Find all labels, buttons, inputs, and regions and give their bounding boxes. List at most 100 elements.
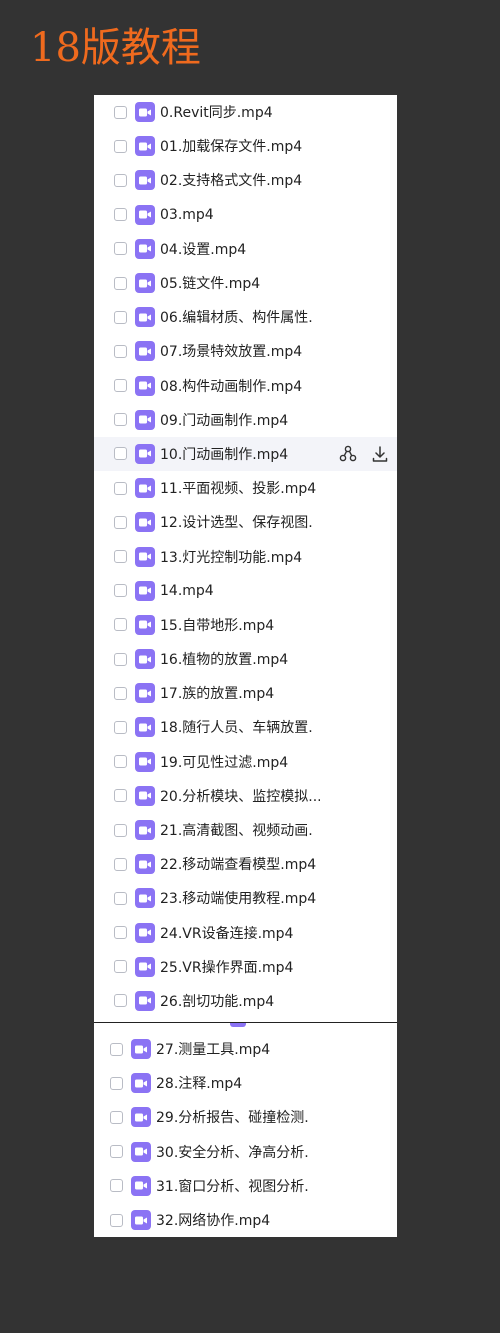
file-name: 07.场景特效放置.mp4	[160, 344, 303, 361]
file-row[interactable]: 23.移动端使用教程.mp4	[94, 881, 397, 915]
file-checkbox[interactable]	[114, 857, 127, 871]
file-checkbox[interactable]	[110, 1213, 123, 1227]
file-checkbox[interactable]	[114, 208, 127, 222]
file-name: 30.安全分析、净高分析.	[156, 1144, 309, 1161]
file-checkbox[interactable]	[114, 515, 127, 529]
file-row[interactable]: 32.网络协作.mp4	[94, 1203, 397, 1237]
file-row[interactable]: 26.剖切功能.mp4	[94, 984, 397, 1018]
file-checkbox[interactable]	[114, 105, 127, 119]
file-name: 09.门动画制作.mp4	[160, 412, 289, 429]
file-row[interactable]: 21.高清截图、视频动画.	[94, 813, 397, 847]
file-checkbox[interactable]	[114, 447, 127, 461]
file-checkbox[interactable]	[110, 1145, 123, 1159]
file-name: 31.窗口分析、视图分析.	[156, 1178, 309, 1195]
video-file-icon	[135, 136, 155, 157]
file-row[interactable]: 10.门动画制作.mp4	[94, 436, 397, 472]
file-checkbox[interactable]	[114, 310, 127, 324]
video-file-icon	[135, 785, 155, 806]
file-checkbox[interactable]	[114, 755, 127, 769]
video-file-icon	[135, 375, 155, 396]
file-row[interactable]: 27.测量工具.mp4	[94, 1032, 397, 1066]
file-row[interactable]: 25.VR操作界面.mp4	[94, 950, 397, 984]
file-checkbox[interactable]	[114, 481, 127, 495]
video-file-icon	[230, 1023, 246, 1027]
file-checkbox[interactable]	[114, 823, 127, 837]
file-name: 16.植物的放置.mp4	[160, 652, 289, 669]
video-file-icon	[135, 443, 155, 464]
file-row[interactable]: 20.分析模块、监控模拟...	[94, 779, 397, 813]
video-file-icon	[135, 649, 155, 670]
file-checkbox[interactable]	[114, 276, 127, 290]
file-checkbox[interactable]	[110, 1042, 123, 1056]
file-name: 23.移动端使用教程.mp4	[160, 891, 317, 908]
file-row[interactable]: 18.随行人员、车辆放置.	[94, 710, 397, 744]
file-row[interactable]: 28.注释.mp4	[94, 1066, 397, 1100]
file-row[interactable]: 30.安全分析、净高分析.	[94, 1135, 397, 1169]
video-file-icon	[135, 307, 155, 328]
video-file-icon	[135, 341, 155, 362]
file-row[interactable]: 29.分析报告、碰撞检测.	[94, 1100, 397, 1134]
file-row[interactable]: 02.支持格式文件.mp4	[94, 163, 397, 197]
file-row[interactable]: 07.场景特效放置.mp4	[94, 334, 397, 368]
row-actions	[339, 437, 389, 471]
file-checkbox[interactable]	[114, 173, 127, 187]
file-checkbox[interactable]	[114, 652, 127, 666]
video-file-icon	[135, 683, 155, 704]
file-checkbox[interactable]	[110, 1179, 123, 1193]
file-row[interactable]: 14.mp4	[94, 574, 397, 608]
file-name: 08.构件动画制作.mp4	[160, 378, 303, 395]
file-checkbox[interactable]	[114, 686, 127, 700]
file-name: 12.设计选型、保存视图.	[160, 515, 313, 532]
file-checkbox[interactable]	[114, 926, 127, 940]
file-name: 25.VR操作界面.mp4	[160, 959, 294, 976]
file-name: 27.测量工具.mp4	[156, 1042, 271, 1059]
file-row[interactable]: 13.灯光控制功能.mp4	[94, 539, 397, 573]
file-row[interactable]: 03.mp4	[94, 198, 397, 232]
file-row[interactable]: 05.链文件.mp4	[94, 266, 397, 300]
file-checkbox[interactable]	[114, 413, 127, 427]
file-checkbox[interactable]	[114, 550, 127, 564]
file-checkbox[interactable]	[114, 618, 127, 632]
video-file-icon	[131, 1107, 151, 1128]
download-icon[interactable]	[371, 445, 389, 463]
file-row[interactable]: 11.平面视频、投影.mp4	[94, 471, 397, 505]
file-list-panel: 0.Revit同步.mp4 01.加载保存文件.mp4 02.支持格式文件.mp4 0…	[94, 95, 397, 1022]
file-name: 17.族的放置.mp4	[160, 686, 275, 703]
file-checkbox[interactable]	[114, 344, 127, 358]
share-icon[interactable]	[339, 445, 357, 463]
file-checkbox[interactable]	[114, 139, 127, 153]
file-name: 21.高清截图、视频动画.	[160, 823, 313, 840]
file-checkbox[interactable]	[114, 891, 127, 905]
video-file-icon	[135, 546, 155, 567]
file-row[interactable]: 09.门动画制作.mp4	[94, 403, 397, 437]
file-checkbox[interactable]	[114, 994, 127, 1008]
file-checkbox[interactable]	[114, 789, 127, 803]
file-checkbox[interactable]	[114, 960, 127, 974]
file-row[interactable]: 17.族的放置.mp4	[94, 676, 397, 710]
file-row[interactable]: 06.编辑材质、构件属性.	[94, 300, 397, 334]
file-row[interactable]: 15.自带地形.mp4	[94, 608, 397, 642]
file-row[interactable]: 01.加载保存文件.mp4	[94, 129, 397, 163]
file-row[interactable]: 16.植物的放置.mp4	[94, 642, 397, 676]
file-checkbox[interactable]	[114, 720, 127, 734]
file-checkbox[interactable]	[110, 1110, 123, 1124]
file-row[interactable]: 24.VR设备连接.mp4	[94, 916, 397, 950]
file-row[interactable]: 08.构件动画制作.mp4	[94, 369, 397, 403]
video-file-icon	[135, 854, 155, 875]
file-name: 03.mp4	[160, 206, 214, 223]
file-checkbox[interactable]	[114, 379, 127, 393]
file-row[interactable]: 22.移动端查看模型.mp4	[94, 847, 397, 881]
file-row[interactable]: 0.Revit同步.mp4	[94, 95, 397, 129]
file-checkbox[interactable]	[110, 1076, 123, 1090]
file-list-panel-continued: 27.测量工具.mp4 28.注释.mp4 29.分析报告、碰撞检测. 30.安全分析…	[94, 1022, 397, 1237]
file-row[interactable]: 19.可见性过滤.mp4	[94, 745, 397, 779]
video-file-icon	[135, 922, 155, 943]
file-name: 13.灯光控制功能.mp4	[160, 549, 303, 566]
file-row[interactable]: 04.设置.mp4	[94, 232, 397, 266]
file-row[interactable]: 31.窗口分析、视图分析.	[94, 1169, 397, 1203]
video-file-icon	[131, 1039, 151, 1060]
file-row[interactable]: 12.设计选型、保存视图.	[94, 505, 397, 539]
file-checkbox[interactable]	[114, 242, 127, 256]
file-checkbox[interactable]	[114, 584, 127, 598]
file-name: 10.门动画制作.mp4	[160, 446, 289, 463]
